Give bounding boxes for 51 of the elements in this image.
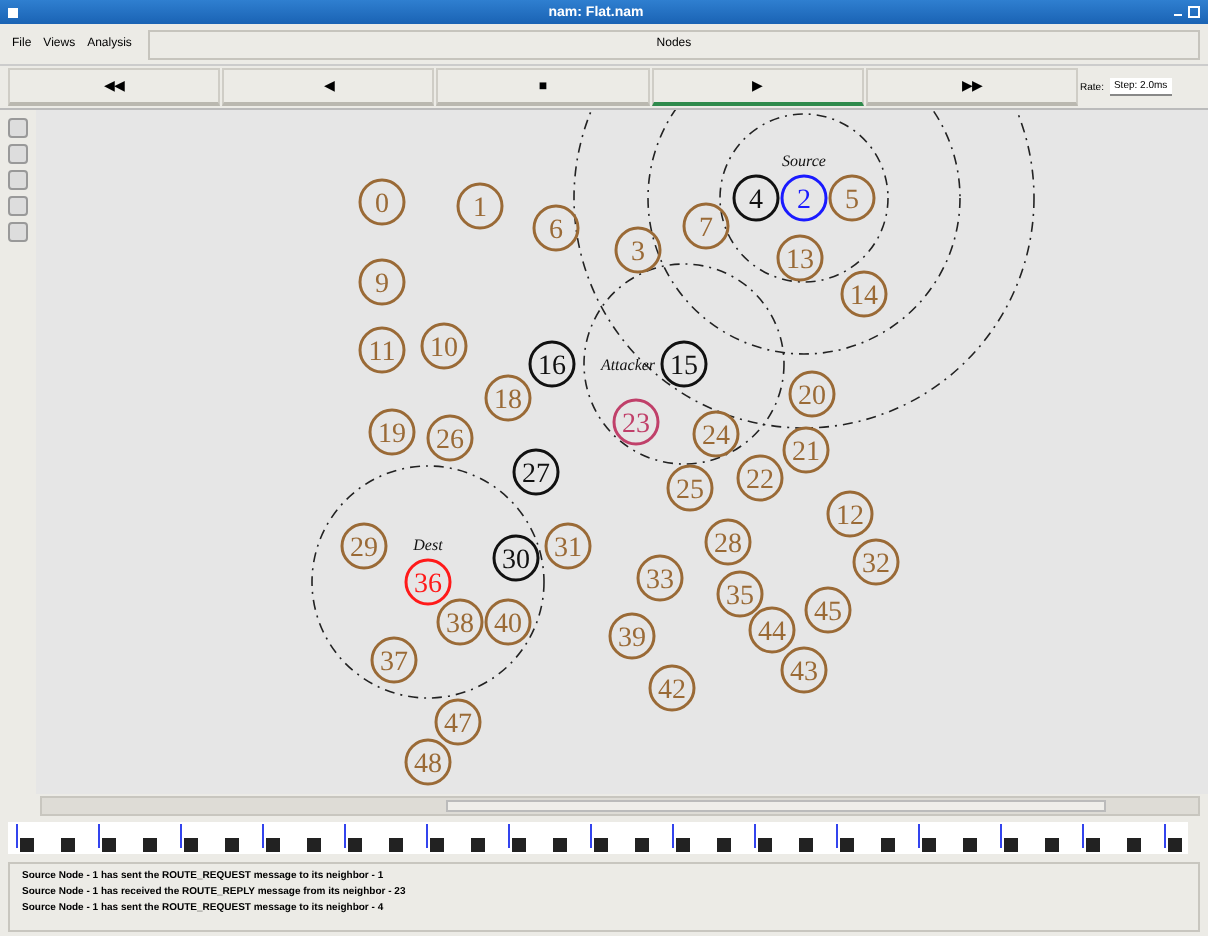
network-node[interactable]: 35 — [716, 570, 764, 618]
network-node[interactable]: 1 — [456, 182, 504, 230]
network-node[interactable]: 24 — [692, 410, 740, 458]
network-node[interactable]: 38 — [436, 598, 484, 646]
network-node[interactable]: 14 — [840, 270, 888, 318]
network-node[interactable]: 13 — [776, 234, 824, 282]
network-node[interactable]: 36 — [404, 558, 452, 606]
network-node[interactable]: 19 — [368, 408, 416, 456]
network-node[interactable]: 10 — [420, 322, 468, 370]
network-node[interactable]: 27 — [512, 448, 560, 496]
network-node[interactable]: 16 — [528, 340, 576, 388]
node-label: Attacker — [600, 356, 656, 374]
network-node[interactable]: 42 — [648, 664, 696, 712]
network-node[interactable]: 28 — [704, 518, 752, 566]
network-node[interactable]: 5 — [828, 174, 876, 222]
network-node[interactable]: 6 — [532, 204, 580, 252]
network-node[interactable]: 4 — [732, 174, 780, 222]
network-node[interactable]: 7 — [682, 202, 730, 250]
network-node[interactable]: 11 — [358, 326, 406, 374]
network-node[interactable]: 48 — [404, 738, 452, 786]
network-node[interactable]: 21 — [782, 426, 830, 474]
network-node[interactable]: 37 — [370, 636, 418, 684]
network-node[interactable]: 18 — [484, 374, 532, 422]
window-controls-icon[interactable] — [1174, 6, 1200, 18]
network-node[interactable]: 3 — [614, 226, 662, 274]
horizontal-scrollbar[interactable] — [40, 796, 1200, 816]
network-node[interactable]: 47 — [434, 698, 482, 746]
network-node[interactable]: 43 — [780, 646, 828, 694]
network-node[interactable]: 30 — [492, 534, 540, 582]
network-node[interactable]: 26 — [426, 414, 474, 462]
network-node[interactable]: 33 — [636, 554, 684, 602]
timeline-drawing[interactable] — [8, 822, 1188, 854]
network-node[interactable]: 20 — [788, 370, 836, 418]
network-node[interactable]: 23 — [612, 398, 660, 446]
window-icon — [8, 7, 18, 17]
network-node[interactable]: 40 — [484, 598, 532, 646]
network-node[interactable]: 32 — [852, 538, 900, 586]
network-node[interactable]: 44 — [748, 606, 796, 654]
network-node[interactable]: 45 — [804, 586, 852, 634]
network-node[interactable]: 39 — [608, 612, 656, 660]
node-label: Source — [782, 152, 826, 170]
network-node[interactable]: 12 — [826, 490, 874, 538]
node-label: Dest — [413, 536, 443, 554]
network-node[interactable]: 25 — [666, 464, 714, 512]
network-node[interactable]: 2 — [780, 174, 828, 222]
network-node[interactable]: 9 — [358, 258, 406, 306]
network-node[interactable]: 0 — [358, 178, 406, 226]
network-node[interactable]: 15 — [660, 340, 708, 388]
network-node[interactable]: 22 — [736, 454, 784, 502]
network-node[interactable]: 29 — [340, 522, 388, 570]
network-node[interactable]: 31 — [544, 522, 592, 570]
